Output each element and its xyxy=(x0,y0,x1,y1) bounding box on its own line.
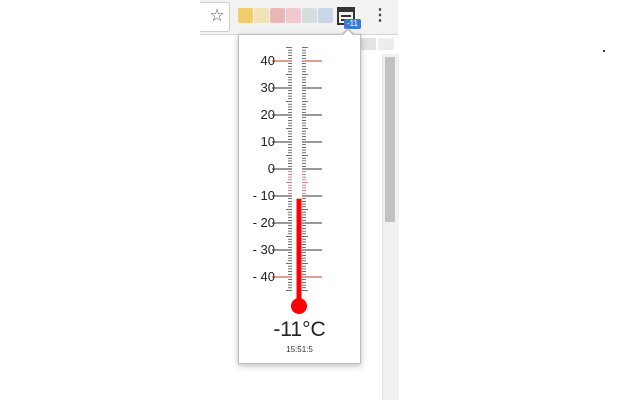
extension-icon-4[interactable] xyxy=(286,8,301,23)
scale-label: 10 xyxy=(261,134,275,149)
scale-label: 40 xyxy=(261,53,275,68)
scale-label: 30 xyxy=(261,80,275,95)
bookmark-star-icon[interactable]: ☆ xyxy=(207,5,227,27)
mercury-column xyxy=(296,198,302,306)
bookmark-strip xyxy=(360,38,396,50)
scale-label: - 10 xyxy=(253,188,275,203)
extension-icon-6[interactable] xyxy=(318,8,333,23)
extension-icon-2[interactable] xyxy=(254,8,269,23)
extension-icon-5[interactable] xyxy=(302,8,317,23)
scale-label: - 40 xyxy=(253,269,275,284)
reading-timestamp: 15:51:5 xyxy=(286,345,313,354)
thermometer-gauge: 40 30 20 10 0 - 10 - 20 - 30 - 40 xyxy=(253,47,322,314)
page-dot xyxy=(603,50,605,52)
browser-menu-icon[interactable]: ⋮ xyxy=(372,7,388,27)
mercury-bulb xyxy=(291,298,307,314)
scale-label: - 30 xyxy=(253,242,275,257)
thermometer-scale-labels: 40 30 20 10 0 - 10 - 20 - 30 - 40 xyxy=(253,53,275,284)
scale-label: 0 xyxy=(268,161,275,176)
extension-icon-3[interactable] xyxy=(270,8,285,23)
page-scrollbar-thumb[interactable] xyxy=(385,57,395,222)
scale-label: - 20 xyxy=(253,215,275,230)
extension-icon-1[interactable] xyxy=(238,8,253,23)
temperature-reading: -11°C xyxy=(273,318,326,341)
scale-label: 20 xyxy=(261,107,275,122)
